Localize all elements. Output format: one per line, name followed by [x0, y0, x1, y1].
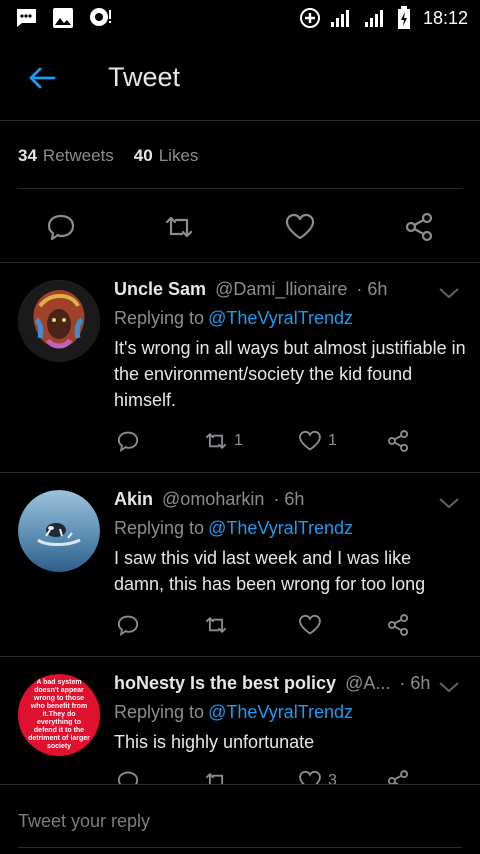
reply-header: hoNesty Is the best policy @A... · 6h: [114, 673, 432, 694]
likes-label: Likes: [158, 146, 199, 165]
retweet-count: 1: [234, 432, 243, 449]
reply-header: Uncle Sam @Dami_llionaire · 6h: [114, 279, 387, 300]
replying-to: Replying to @TheVyralTrendz: [114, 518, 353, 539]
replying-to: Replying to @TheVyralTrendz: [114, 702, 353, 723]
heart-icon: [299, 614, 321, 635]
avatar[interactable]: A bad system doesn't appear wrong to tho…: [18, 674, 100, 756]
avatar[interactable]: [18, 490, 100, 572]
page-title: Tweet: [108, 62, 181, 92]
reply-actions: [114, 612, 414, 642]
app-bar: Tweet: [0, 36, 480, 120]
reply-button[interactable]: [114, 428, 142, 454]
like-button[interactable]: 1: [296, 428, 337, 454]
display-name[interactable]: Uncle Sam: [114, 279, 206, 299]
like-count: 3: [328, 772, 337, 784]
reply-time: · 6h: [273, 489, 305, 509]
image-icon: [53, 8, 73, 28]
likes-count: 40: [133, 146, 153, 165]
user-handle: @omoharkin: [162, 489, 265, 509]
share-icon: [387, 770, 409, 784]
tweet-stats: 34 Retweets 40 Likes: [18, 146, 198, 166]
replying-label: Replying to: [114, 308, 205, 328]
heart-icon: [299, 430, 321, 451]
share-icon: [387, 614, 409, 636]
message-icon: [16, 9, 36, 27]
display-name[interactable]: Akin: [114, 489, 153, 509]
like-button[interactable]: 3: [296, 768, 337, 784]
retweets-count: 34: [18, 146, 37, 165]
like-count: 1: [328, 432, 337, 449]
replying-to: Replying to @TheVyralTrendz: [114, 308, 353, 329]
chevron-down-icon[interactable]: [438, 496, 460, 510]
reply-input[interactable]: Tweet your reply: [18, 811, 150, 832]
heart-icon[interactable]: [283, 210, 317, 244]
mention-link[interactable]: @TheVyralTrendz: [208, 308, 353, 328]
avatar[interactable]: [18, 280, 100, 362]
reply-icon: [117, 615, 139, 637]
reply-icon: [117, 431, 139, 453]
mention-link[interactable]: @TheVyralTrendz: [208, 702, 353, 722]
retweet-icon: [205, 773, 226, 784]
reply-card[interactable]: A bad system doesn't appear wrong to tho…: [0, 656, 480, 784]
user-handle: @A...: [345, 673, 391, 693]
tweet-actions: [0, 204, 480, 250]
share-button[interactable]: [384, 428, 412, 454]
avatar-image: [18, 280, 100, 362]
reply-actions: 1 1: [114, 428, 414, 458]
reply-button[interactable]: [114, 768, 142, 784]
clock: 18:12: [422, 7, 468, 28]
replying-label: Replying to: [114, 518, 205, 538]
reply-card[interactable]: Akin @omoharkin · 6h Replying to @TheVyra…: [0, 472, 480, 656]
reply-actions: 3: [114, 768, 414, 784]
status-bar: 18:12: [0, 0, 480, 36]
battery-icon: [397, 6, 410, 29]
divider: [0, 120, 480, 121]
retweet-icon: [205, 433, 227, 449]
reply-text: I saw this vid last week and I was like …: [114, 548, 426, 594]
reply-card[interactable]: Uncle Sam @Dami_llionaire · 6h Replying …: [0, 262, 480, 472]
share-icon: [387, 430, 409, 452]
retweets-label: Retweets: [42, 146, 114, 165]
retweets-stat[interactable]: 34 Retweets: [18, 146, 114, 166]
like-button[interactable]: [296, 612, 328, 638]
reply-header: Akin @omoharkin · 6h: [114, 489, 304, 510]
likes-stat[interactable]: 40 Likes: [134, 146, 199, 166]
user-handle: @Dami_llionaire: [215, 279, 348, 299]
reply-button[interactable]: [114, 612, 142, 638]
reply-icon: [117, 771, 139, 784]
avatar-quote: A bad system doesn't appear wrong to tho…: [28, 679, 90, 750]
add-circle-icon: [299, 8, 320, 28]
arrow-left-icon[interactable]: [26, 62, 58, 94]
mention-link[interactable]: @TheVyralTrendz: [208, 518, 353, 538]
heart-icon: [299, 770, 321, 784]
display-name[interactable]: hoNesty Is the best policy: [114, 673, 336, 693]
reply-text: It's wrong in all ways but almost justif…: [114, 338, 466, 410]
divider: [18, 847, 462, 848]
share-button[interactable]: [384, 768, 412, 784]
signal-icon: [330, 10, 349, 27]
share-button[interactable]: [384, 612, 412, 638]
divider: [18, 188, 462, 189]
retweet-button[interactable]: 1: [202, 428, 243, 454]
signal-icon: [364, 10, 383, 27]
replying-label: Replying to: [114, 702, 205, 722]
reply-time: · 6h: [356, 279, 388, 299]
retweet-icon[interactable]: [162, 210, 196, 244]
compose-bar: Tweet your reply: [0, 784, 480, 854]
retweet-button[interactable]: [202, 612, 234, 638]
reply-icon[interactable]: [44, 210, 78, 244]
chevron-down-icon[interactable]: [438, 286, 460, 300]
avatar-image: [18, 490, 100, 572]
reply-time: · 6h: [399, 673, 431, 693]
chevron-down-icon[interactable]: [438, 680, 460, 694]
share-icon[interactable]: [402, 210, 436, 244]
notification-icon: [90, 8, 111, 26]
retweet-icon: [205, 617, 227, 633]
reply-text: This is highly unfortunate: [114, 732, 315, 752]
retweet-button[interactable]: [202, 768, 234, 784]
